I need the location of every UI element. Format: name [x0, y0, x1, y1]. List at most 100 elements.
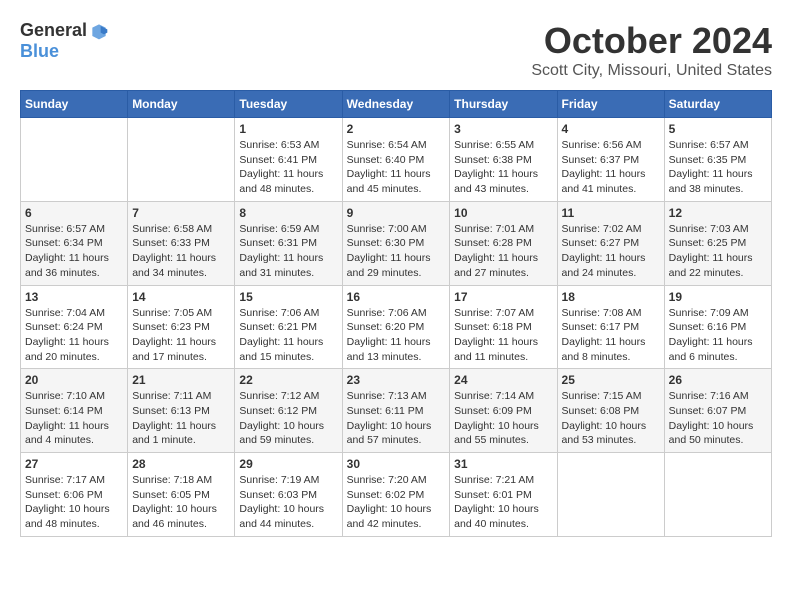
day-number: 27 [25, 457, 123, 471]
calendar-header-row: SundayMondayTuesdayWednesdayThursdayFrid… [21, 91, 772, 118]
day-info: Sunrise: 7:06 AM Sunset: 6:20 PM Dayligh… [347, 306, 446, 365]
day-info: Sunrise: 7:19 AM Sunset: 6:03 PM Dayligh… [239, 473, 337, 532]
day-number: 14 [132, 290, 230, 304]
day-info: Sunrise: 7:00 AM Sunset: 6:30 PM Dayligh… [347, 222, 446, 281]
title-section: October 2024 Scott City, Missouri, Unite… [531, 20, 772, 80]
day-info: Sunrise: 7:01 AM Sunset: 6:28 PM Dayligh… [454, 222, 552, 281]
calendar-week-row: 27Sunrise: 7:17 AM Sunset: 6:06 PM Dayli… [21, 453, 772, 537]
day-number: 20 [25, 373, 123, 387]
calendar-cell [557, 453, 664, 537]
day-number: 3 [454, 122, 552, 136]
day-info: Sunrise: 6:59 AM Sunset: 6:31 PM Dayligh… [239, 222, 337, 281]
calendar-cell: 29 Sunrise: 7:19 AM Sunset: 6:03 PM Dayli… [235, 453, 342, 537]
day-number: 18 [562, 290, 660, 304]
calendar-cell: 31 Sunrise: 7:21 AM Sunset: 6:01 PM Dayli… [450, 453, 557, 537]
day-number: 7 [132, 206, 230, 220]
day-number: 19 [669, 290, 767, 304]
logo-icon [89, 21, 109, 41]
calendar-header-monday: Monday [128, 91, 235, 118]
day-number: 28 [132, 457, 230, 471]
day-info: Sunrise: 6:54 AM Sunset: 6:40 PM Dayligh… [347, 138, 446, 197]
calendar-cell: 18 Sunrise: 7:08 AM Sunset: 6:17 PM Dayli… [557, 285, 664, 369]
calendar-cell: 14 Sunrise: 7:05 AM Sunset: 6:23 PM Dayli… [128, 285, 235, 369]
day-info: Sunrise: 6:58 AM Sunset: 6:33 PM Dayligh… [132, 222, 230, 281]
logo: General Blue [20, 20, 109, 62]
calendar-cell: 1 Sunrise: 6:53 AM Sunset: 6:41 PM Daylig… [235, 118, 342, 202]
day-number: 5 [669, 122, 767, 136]
calendar-cell: 22 Sunrise: 7:12 AM Sunset: 6:12 PM Dayli… [235, 369, 342, 453]
day-number: 23 [347, 373, 446, 387]
calendar-header-sunday: Sunday [21, 91, 128, 118]
day-info: Sunrise: 6:57 AM Sunset: 6:35 PM Dayligh… [669, 138, 767, 197]
day-info: Sunrise: 7:03 AM Sunset: 6:25 PM Dayligh… [669, 222, 767, 281]
day-number: 25 [562, 373, 660, 387]
day-number: 29 [239, 457, 337, 471]
calendar-week-row: 13Sunrise: 7:04 AM Sunset: 6:24 PM Dayli… [21, 285, 772, 369]
calendar-cell: 20 Sunrise: 7:10 AM Sunset: 6:14 PM Dayli… [21, 369, 128, 453]
day-number: 1 [239, 122, 337, 136]
day-number: 12 [669, 206, 767, 220]
calendar-cell: 9 Sunrise: 7:00 AM Sunset: 6:30 PM Daylig… [342, 201, 450, 285]
calendar-cell: 25 Sunrise: 7:15 AM Sunset: 6:08 PM Dayli… [557, 369, 664, 453]
day-number: 17 [454, 290, 552, 304]
calendar-cell: 11 Sunrise: 7:02 AM Sunset: 6:27 PM Dayli… [557, 201, 664, 285]
day-info: Sunrise: 7:21 AM Sunset: 6:01 PM Dayligh… [454, 473, 552, 532]
calendar-header-thursday: Thursday [450, 91, 557, 118]
day-info: Sunrise: 7:08 AM Sunset: 6:17 PM Dayligh… [562, 306, 660, 365]
day-number: 13 [25, 290, 123, 304]
calendar-cell: 5 Sunrise: 6:57 AM Sunset: 6:35 PM Daylig… [664, 118, 771, 202]
calendar-cell: 16 Sunrise: 7:06 AM Sunset: 6:20 PM Dayli… [342, 285, 450, 369]
day-number: 31 [454, 457, 552, 471]
calendar-header-tuesday: Tuesday [235, 91, 342, 118]
calendar-cell: 13Sunrise: 7:04 AM Sunset: 6:24 PM Dayli… [21, 285, 128, 369]
day-info: Sunrise: 6:53 AM Sunset: 6:41 PM Dayligh… [239, 138, 337, 197]
location-title: Scott City, Missouri, United States [531, 62, 772, 80]
day-info: Sunrise: 7:13 AM Sunset: 6:11 PM Dayligh… [347, 389, 446, 448]
day-info: Sunrise: 7:05 AM Sunset: 6:23 PM Dayligh… [132, 306, 230, 365]
day-info: Sunrise: 7:07 AM Sunset: 6:18 PM Dayligh… [454, 306, 552, 365]
calendar-header-saturday: Saturday [664, 91, 771, 118]
day-number: 26 [669, 373, 767, 387]
calendar-cell: 17 Sunrise: 7:07 AM Sunset: 6:18 PM Dayli… [450, 285, 557, 369]
day-info: Sunrise: 7:12 AM Sunset: 6:12 PM Dayligh… [239, 389, 337, 448]
logo-general-text: General [20, 20, 87, 41]
day-number: 6 [25, 206, 123, 220]
calendar-cell: 19 Sunrise: 7:09 AM Sunset: 6:16 PM Dayli… [664, 285, 771, 369]
calendar-week-row: 1 Sunrise: 6:53 AM Sunset: 6:41 PM Daylig… [21, 118, 772, 202]
day-number: 2 [347, 122, 446, 136]
day-number: 30 [347, 457, 446, 471]
day-info: Sunrise: 7:15 AM Sunset: 6:08 PM Dayligh… [562, 389, 660, 448]
calendar-week-row: 6Sunrise: 6:57 AM Sunset: 6:34 PM Daylig… [21, 201, 772, 285]
day-number: 11 [562, 206, 660, 220]
page-header: General Blue October 2024 Scott City, Mi… [20, 20, 772, 80]
calendar-cell: 26 Sunrise: 7:16 AM Sunset: 6:07 PM Dayli… [664, 369, 771, 453]
calendar-header-friday: Friday [557, 91, 664, 118]
calendar-cell: 28 Sunrise: 7:18 AM Sunset: 6:05 PM Dayli… [128, 453, 235, 537]
day-info: Sunrise: 7:18 AM Sunset: 6:05 PM Dayligh… [132, 473, 230, 532]
day-number: 9 [347, 206, 446, 220]
calendar-table: SundayMondayTuesdayWednesdayThursdayFrid… [20, 90, 772, 537]
day-info: Sunrise: 7:16 AM Sunset: 6:07 PM Dayligh… [669, 389, 767, 448]
day-number: 16 [347, 290, 446, 304]
day-info: Sunrise: 7:10 AM Sunset: 6:14 PM Dayligh… [25, 389, 123, 448]
calendar-cell: 30Sunrise: 7:20 AM Sunset: 6:02 PM Dayli… [342, 453, 450, 537]
calendar-cell: 15Sunrise: 7:06 AM Sunset: 6:21 PM Dayli… [235, 285, 342, 369]
calendar-week-row: 20 Sunrise: 7:10 AM Sunset: 6:14 PM Dayli… [21, 369, 772, 453]
calendar-cell: 21Sunrise: 7:11 AM Sunset: 6:13 PM Dayli… [128, 369, 235, 453]
day-number: 15 [239, 290, 337, 304]
day-info: Sunrise: 7:02 AM Sunset: 6:27 PM Dayligh… [562, 222, 660, 281]
month-title: October 2024 [531, 20, 772, 62]
calendar-cell: 6Sunrise: 6:57 AM Sunset: 6:34 PM Daylig… [21, 201, 128, 285]
day-number: 8 [239, 206, 337, 220]
day-info: Sunrise: 7:09 AM Sunset: 6:16 PM Dayligh… [669, 306, 767, 365]
day-info: Sunrise: 7:11 AM Sunset: 6:13 PM Dayligh… [132, 389, 230, 448]
calendar-header-wednesday: Wednesday [342, 91, 450, 118]
calendar-cell: 27Sunrise: 7:17 AM Sunset: 6:06 PM Dayli… [21, 453, 128, 537]
day-number: 22 [239, 373, 337, 387]
calendar-cell: 3Sunrise: 6:55 AM Sunset: 6:38 PM Daylig… [450, 118, 557, 202]
calendar-cell: 12 Sunrise: 7:03 AM Sunset: 6:25 PM Dayli… [664, 201, 771, 285]
calendar-cell [128, 118, 235, 202]
calendar-cell [21, 118, 128, 202]
day-number: 10 [454, 206, 552, 220]
calendar-cell: 10 Sunrise: 7:01 AM Sunset: 6:28 PM Dayli… [450, 201, 557, 285]
